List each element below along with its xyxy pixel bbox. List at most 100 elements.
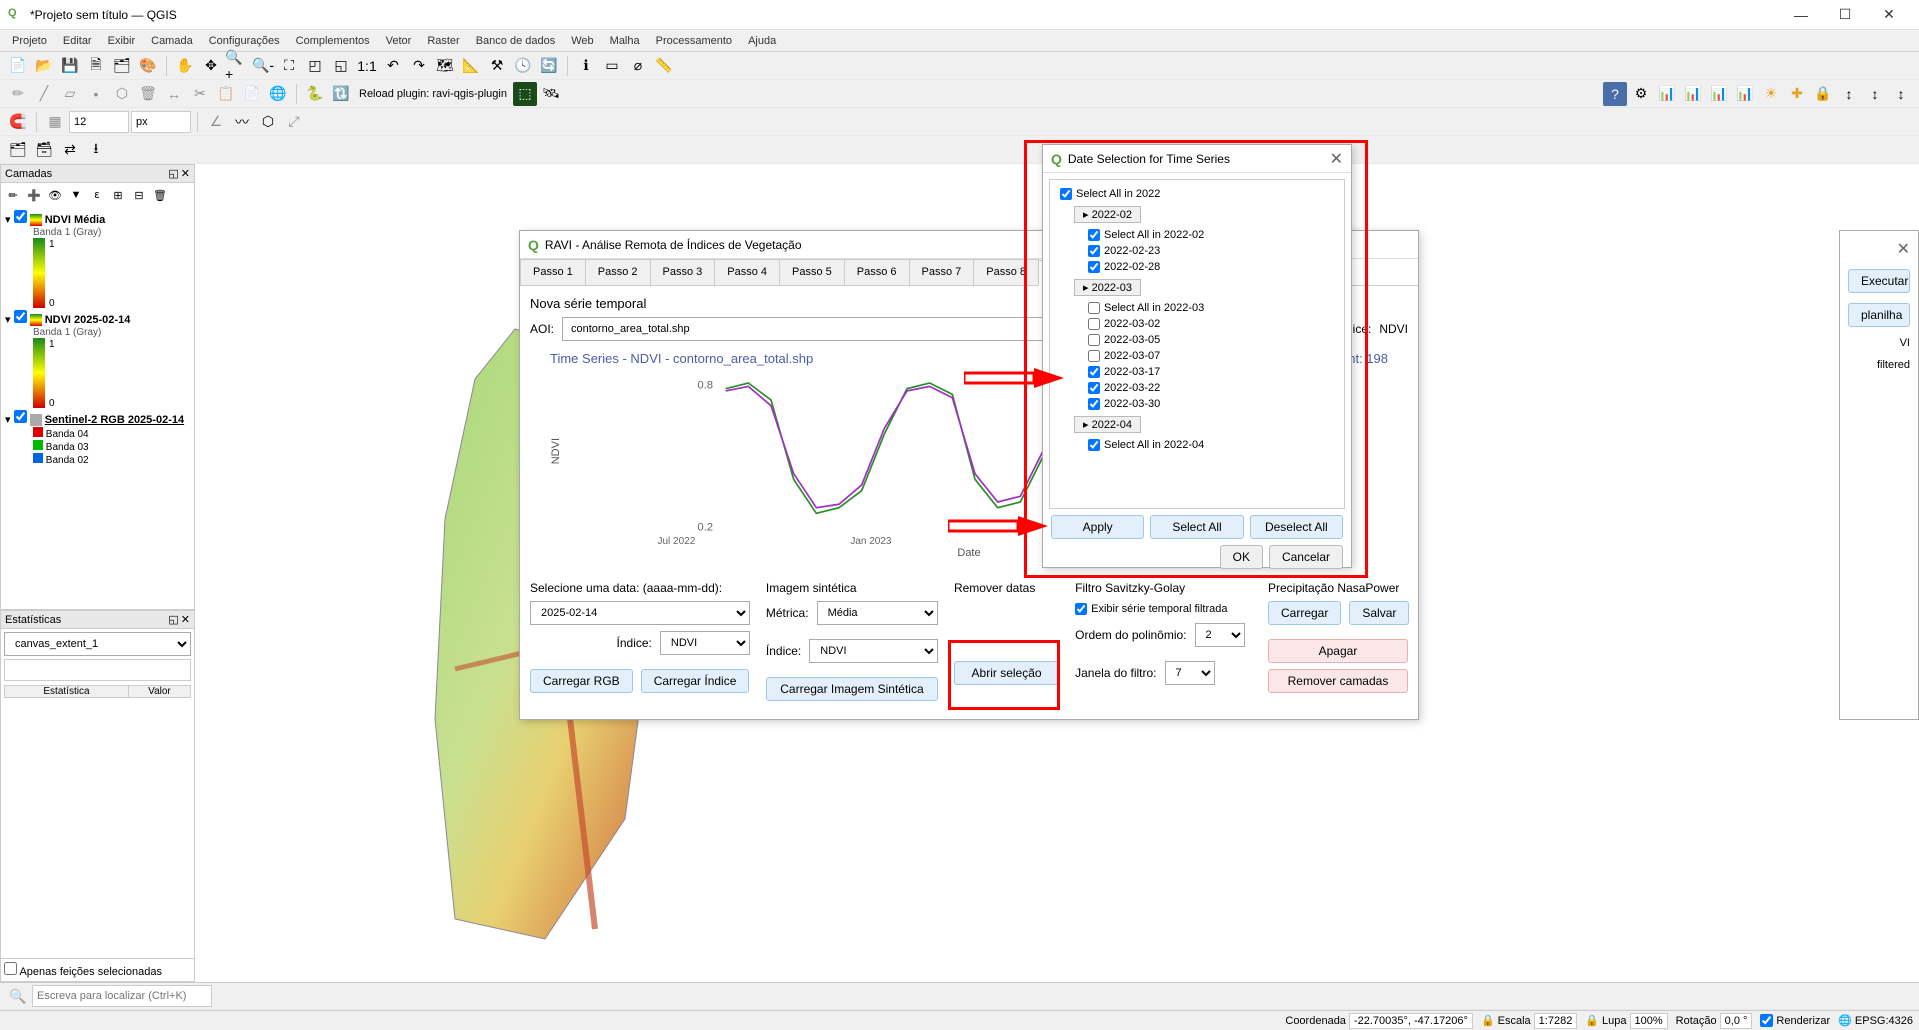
locator-input[interactable]: [32, 985, 212, 1007]
chk-2022-03-02[interactable]: [1088, 318, 1100, 330]
edit-cut-icon[interactable]: ✂: [188, 82, 212, 106]
plugin-sat-icon[interactable]: 🛰: [539, 82, 563, 106]
edit-copy-icon[interactable]: 📋: [214, 82, 238, 106]
stats-expr-input[interactable]: [4, 659, 191, 681]
menu-editar[interactable]: Editar: [55, 33, 100, 49]
osm-icon[interactable]: 🌐: [266, 82, 290, 106]
chk-2022-02-23[interactable]: [1088, 245, 1100, 257]
proc-gear-icon[interactable]: ⚙: [1629, 82, 1653, 106]
chk-2022-02-28[interactable]: [1088, 261, 1100, 273]
tab-passo7[interactable]: Passo 7: [909, 259, 975, 285]
edit-node-icon[interactable]: ⬡: [110, 82, 134, 106]
tab-passo1[interactable]: Passo 1: [520, 259, 586, 285]
pan-icon[interactable]: ✋: [173, 54, 197, 78]
layers-tree[interactable]: ▾ NDVI Média Banda 1 (Gray) 10 ▾ NDVI 20…: [1, 207, 194, 609]
histogram3-icon[interactable]: 📊: [1707, 82, 1731, 106]
tab-passo2[interactable]: Passo 2: [585, 259, 651, 285]
select-all-button[interactable]: Select All: [1150, 515, 1243, 539]
snap-grid-icon[interactable]: ▦: [43, 110, 67, 134]
selected-only-chk[interactable]: [4, 962, 17, 975]
chk-2022-03-05[interactable]: [1088, 334, 1100, 346]
minimize-button[interactable]: —: [1779, 0, 1823, 30]
layer-add-icon[interactable]: ➕: [25, 186, 43, 204]
deselect-all-button[interactable]: Deselect All: [1250, 515, 1343, 539]
layer-chk-2[interactable]: [14, 410, 27, 423]
menu-exibir[interactable]: Exibir: [100, 33, 144, 49]
measure-icon[interactable]: 📏: [652, 54, 676, 78]
spreadsheet-button[interactable]: planilha: [1848, 303, 1910, 327]
erase-button[interactable]: Apagar: [1268, 639, 1408, 663]
load-synth-button[interactable]: Carregar Imagem Sintética: [766, 677, 938, 701]
zoom-native-icon[interactable]: 1:1: [355, 54, 379, 78]
python-icon[interactable]: 🐍: [303, 82, 327, 106]
chk-2022-03-22[interactable]: [1088, 382, 1100, 394]
zoom-in-icon[interactable]: 🔍+: [225, 54, 249, 78]
tab-passo4[interactable]: Passo 4: [714, 259, 780, 285]
refresh-icon[interactable]: 🔄: [537, 54, 561, 78]
histogram4-icon[interactable]: 📊: [1733, 82, 1757, 106]
plugin-reload-icon[interactable]: 🔃: [329, 82, 353, 106]
sun-icon[interactable]: ☀: [1759, 82, 1783, 106]
stretch1-icon[interactable]: ↕: [1837, 82, 1861, 106]
3dview-icon[interactable]: 📐: [459, 54, 483, 78]
deselect-icon[interactable]: ⌀: [626, 54, 650, 78]
zoom-full-icon[interactable]: ⛶: [277, 54, 301, 78]
rotation-value[interactable]: 0,0 °: [1720, 1013, 1753, 1029]
apply-button[interactable]: Apply: [1051, 515, 1144, 539]
zoom-next-icon[interactable]: ↷: [407, 54, 431, 78]
ok-button[interactable]: OK: [1220, 545, 1263, 569]
show-filtered-chk[interactable]: [1075, 603, 1087, 615]
menu-proc[interactable]: Processamento: [648, 33, 740, 49]
mgr2-icon[interactable]: 🗃: [32, 138, 56, 162]
snap-size-input[interactable]: [69, 111, 129, 133]
snap-ext-icon[interactable]: ⤢: [282, 110, 306, 134]
toolbox-icon[interactable]: ⚒: [485, 54, 509, 78]
menu-banco[interactable]: Banco de dados: [468, 33, 564, 49]
stats-close-icon[interactable]: ✕: [181, 613, 190, 626]
map-view-icon[interactable]: 🗺: [433, 54, 457, 78]
scale-value[interactable]: 1:7282: [1534, 1013, 1578, 1029]
undock-icon[interactable]: ◱: [168, 167, 178, 180]
edit-poly-icon[interactable]: ▱: [58, 82, 82, 106]
tab-passo5[interactable]: Passo 5: [779, 259, 845, 285]
mgr3-icon[interactable]: ⇄: [58, 138, 82, 162]
tab-passo6[interactable]: Passo 6: [844, 259, 910, 285]
load-precip-button[interactable]: Carregar: [1268, 601, 1341, 625]
edit-del-icon[interactable]: 🗑: [136, 82, 160, 106]
date-select[interactable]: 2025-02-14: [530, 601, 750, 625]
menu-config[interactable]: Configurações: [201, 33, 288, 49]
zoom-layer-icon[interactable]: ◱: [329, 54, 353, 78]
layer-filter-icon[interactable]: ▼: [67, 186, 85, 204]
lupa-value[interactable]: 100%: [1630, 1013, 1668, 1029]
date-list-scroll[interactable]: Select All in 2022 ▸ 2022-02 Select All …: [1049, 179, 1345, 509]
edit-pencil-icon[interactable]: ✏: [6, 82, 30, 106]
remove-layers-button[interactable]: Remover camadas: [1268, 669, 1408, 693]
histogram2-icon[interactable]: 📊: [1681, 82, 1705, 106]
mgr1-icon[interactable]: 🗂: [6, 138, 30, 162]
stats-undock-icon[interactable]: ◱: [168, 613, 178, 626]
chk-2022-03-17[interactable]: [1088, 366, 1100, 378]
select-icon[interactable]: ▭: [600, 54, 624, 78]
histogram1-icon[interactable]: 📊: [1655, 82, 1679, 106]
index3-select[interactable]: NDVI: [809, 639, 938, 663]
new-project-icon[interactable]: 📄: [6, 54, 30, 78]
epsg-value[interactable]: EPSG:4326: [1855, 1015, 1913, 1027]
pan-selection-icon[interactable]: ✥: [199, 54, 223, 78]
date-sel-close-icon[interactable]: ✕: [1330, 149, 1343, 169]
layout-manager-icon[interactable]: 🗂: [110, 54, 134, 78]
edit-move-icon[interactable]: ↔: [162, 82, 186, 106]
window-select[interactable]: 7: [1165, 661, 1215, 685]
metric-select[interactable]: Média: [817, 601, 938, 625]
layer-expr-icon[interactable]: ε: [88, 186, 106, 204]
layer-eye-icon[interactable]: 👁: [46, 186, 64, 204]
snap-angle-icon[interactable]: ∠: [204, 110, 228, 134]
save-project-icon[interactable]: 💾: [58, 54, 82, 78]
zoom-out-icon[interactable]: 🔍-: [251, 54, 275, 78]
stretch2-icon[interactable]: ↕: [1863, 82, 1887, 106]
panel-close-icon[interactable]: ✕: [181, 167, 190, 180]
layer-collapse-icon[interactable]: ⊟: [130, 186, 148, 204]
chk-2022-03-07[interactable]: [1088, 350, 1100, 362]
zoom-selection-icon[interactable]: ◰: [303, 54, 327, 78]
ravi-right-close-icon[interactable]: ✕: [1897, 239, 1910, 259]
menu-complementos[interactable]: Complementos: [288, 33, 378, 49]
